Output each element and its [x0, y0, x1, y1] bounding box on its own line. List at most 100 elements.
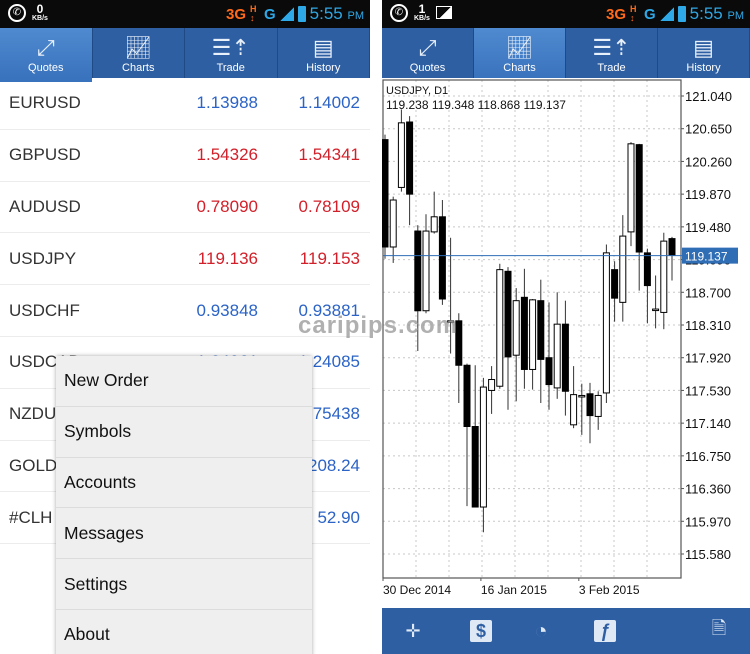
candle-body-bull [488, 379, 496, 391]
candle-body-bull [397, 122, 405, 188]
battery-icon [297, 6, 306, 22]
quote-row[interactable]: GBPUSD 1.54326 1.54341 [0, 130, 370, 182]
candle-body-bear [586, 393, 594, 417]
quote-symbol: GBPUSD [9, 145, 81, 165]
candle [488, 366, 496, 414]
candle-body-bear [463, 364, 471, 427]
signal-icon [659, 7, 674, 21]
menu-item-new-order[interactable]: New Order [56, 356, 312, 407]
quote-row[interactable]: EURUSD 1.13988 1.14002 [0, 78, 370, 130]
candle-body-bull [602, 252, 610, 394]
candle [561, 300, 569, 416]
trade-list-icon: ☰⇡ [592, 35, 631, 60]
clock: 5:55 PM [690, 4, 744, 24]
y-tick-label: 115.970 [685, 514, 731, 529]
quote-ask: 119.153 [299, 248, 360, 268]
candle-body-bull [496, 269, 504, 387]
tab-label: Trade [597, 62, 626, 74]
x-axis-labels: 30 Dec 2014 16 Jan 2015 3 Feb 2015 [382, 578, 640, 597]
candle [660, 232, 668, 330]
y-tick-label: 118.310 [685, 318, 731, 333]
quote-symbol: EURUSD [9, 93, 81, 113]
y-tick-label: 117.140 [685, 416, 731, 431]
indicators-f-icon[interactable]: ƒ [594, 620, 616, 642]
history-book-icon: ▤ [693, 35, 714, 60]
tab-label: Trade [216, 62, 245, 74]
candle [430, 191, 438, 234]
tab-label: History [306, 62, 341, 74]
quote-ask: 1.14002 [298, 93, 360, 113]
candle-body-bull [389, 199, 397, 248]
candle-body-bull [529, 299, 537, 370]
dollar-icon[interactable]: $ [470, 620, 492, 642]
tab-trade[interactable]: ☰⇡ Trade [566, 28, 658, 78]
candle-body-bull [553, 323, 561, 389]
candle [397, 109, 405, 192]
candle-body-bull [660, 240, 668, 313]
tab-quotes[interactable]: ⤢ Quotes [382, 28, 474, 78]
context-menu: New Order Symbols Accounts Messages Sett… [56, 356, 312, 654]
quote-symbol: USDJPY [9, 248, 77, 268]
tab-label: Charts [122, 62, 155, 74]
quotes-arrows-icon: ⤢ [418, 35, 437, 60]
candle-body-bear [520, 296, 528, 370]
menu-item-about[interactable]: About [56, 610, 312, 654]
quote-symbol: AUDUSD [9, 196, 81, 216]
candle [537, 279, 545, 404]
tab-history[interactable]: ▤ History [658, 28, 750, 78]
crosshair-icon[interactable]: ✛ [402, 620, 424, 642]
quotes-arrows-icon: ⤢ [36, 35, 55, 60]
menu-item-symbols[interactable]: Symbols [56, 407, 312, 458]
candle [504, 267, 512, 410]
main-tabs: ⤢ Quotes 📈︎ Charts ☰⇡ Trade ▤ History [382, 28, 750, 82]
objects-settings-icon[interactable]: 🗎 [708, 618, 730, 642]
candlestick-chart[interactable]: 121.040120.650120.260119.870119.480119.0… [382, 78, 750, 604]
quote-row[interactable]: AUDUSD 0.78090 0.78109 [0, 182, 370, 234]
candle-body-bull [652, 308, 660, 312]
candle [512, 288, 520, 402]
clock-time: 5:55 [309, 4, 343, 23]
network-3g-icon: 3G [605, 5, 626, 23]
candle-body-bear [382, 139, 389, 248]
candle-body-bear [561, 323, 569, 392]
candle [611, 261, 619, 322]
status-bar: ✆ 1 KB/s 3G H ↕ G 5:55 PM [382, 0, 750, 28]
y-axis-ticks: 121.040120.650120.260119.870119.480119.0… [681, 89, 732, 562]
clock: 5:55 PM [310, 4, 364, 24]
tab-history[interactable]: ▤ History [278, 28, 370, 78]
tab-trade[interactable]: ☰⇡ Trade [185, 28, 278, 78]
candle [471, 365, 479, 508]
candle [463, 363, 471, 507]
quote-bid: 119.136 [197, 248, 258, 268]
tab-quotes[interactable]: ⤢ Quotes [0, 28, 93, 82]
y-tick-label: 116.750 [685, 449, 731, 464]
quote-bid: 0.93848 [196, 300, 258, 320]
quote-bid: 1.54326 [196, 145, 258, 165]
quote-bid: 0.78090 [196, 196, 258, 216]
candle [627, 142, 635, 247]
candle-body-bear [414, 230, 422, 312]
image-notification-icon [435, 6, 452, 19]
quote-row[interactable]: USDJPY 119.136 119.153 [0, 233, 370, 286]
tab-label: Quotes [409, 62, 446, 74]
candle-body-bear [438, 216, 446, 300]
tab-charts[interactable]: 📈︎ Charts [474, 28, 566, 82]
candle [553, 292, 561, 399]
tab-charts[interactable]: 📈︎ Charts [93, 28, 185, 78]
candle [529, 298, 537, 390]
chart-area[interactable]: 121.040120.650120.260119.870119.480119.0… [382, 78, 750, 604]
chart-line-icon: 📈︎ [124, 35, 153, 60]
y-tick-label: 115.580 [685, 547, 731, 562]
candle [594, 391, 602, 430]
net-speed-value: 0 [36, 2, 44, 16]
menu-item-accounts[interactable]: Accounts [56, 458, 312, 509]
candle [586, 382, 594, 444]
candle [496, 263, 504, 389]
clock-ampm: PM [727, 10, 745, 22]
candle-body-bear [611, 269, 619, 299]
network-g-icon: G [644, 5, 656, 23]
timeframe-clock-icon[interactable]: ◔ [530, 618, 552, 643]
menu-item-settings[interactable]: Settings [56, 559, 312, 610]
menu-item-messages[interactable]: Messages [56, 508, 312, 560]
clock-time: 5:55 [689, 4, 723, 23]
